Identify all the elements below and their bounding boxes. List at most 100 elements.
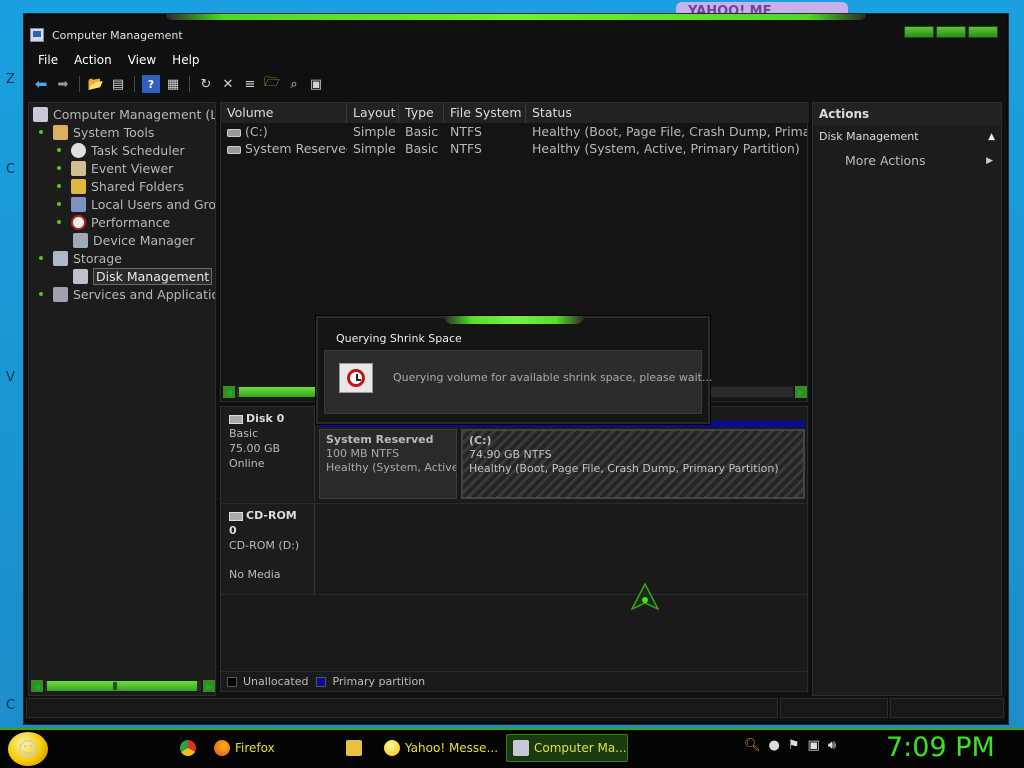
- tree-item-system-tools[interactable]: System Tools: [39, 123, 154, 141]
- maximize-button[interactable]: [936, 26, 966, 38]
- tree-item-shared-folders[interactable]: Shared Folders: [57, 177, 184, 195]
- volume-icon[interactable]: 🔊︎: [828, 738, 836, 753]
- forward-icon[interactable]: ➡: [54, 75, 72, 93]
- taskbar-chrome[interactable]: [176, 734, 200, 762]
- expand-dot-icon[interactable]: [57, 220, 61, 224]
- delete-icon[interactable]: ✕: [219, 75, 237, 93]
- toolbar: ⬅ ➡ 📂 ▤ ? ▦ ↻ ✕ ≡ 🗁 ⌕ ▣: [26, 72, 1006, 96]
- start-button[interactable]: ☺: [8, 732, 48, 766]
- minimize-button[interactable]: [904, 26, 934, 38]
- tree-item-device-manager[interactable]: Device Manager: [73, 231, 195, 249]
- tree-label: Services and Applications: [73, 286, 215, 302]
- tree-label: Performance: [91, 214, 171, 230]
- search-icon[interactable]: 🔍︎: [744, 738, 761, 753]
- tree-item-storage[interactable]: Storage: [39, 249, 122, 267]
- up-folder-icon[interactable]: 📂: [87, 75, 105, 93]
- expand-dot-icon[interactable]: [57, 148, 61, 152]
- status-icon[interactable]: ●: [769, 738, 780, 753]
- cdrom-label[interactable]: CD-ROM 0 CD-ROM (D:) No Media: [221, 504, 315, 594]
- scroll-thumb[interactable]: [47, 681, 197, 691]
- tree-horizontal-scrollbar[interactable]: ◀ ▶: [31, 679, 215, 693]
- refresh-icon[interactable]: ↻: [197, 75, 215, 93]
- expand-dot-icon[interactable]: [39, 256, 43, 260]
- tree-item-root[interactable]: Computer Management (Loc: [33, 105, 216, 123]
- dialog-body: Querying volume for available shrink spa…: [324, 350, 712, 414]
- expand-dot-icon[interactable]: [57, 166, 61, 170]
- scroll-right-icon[interactable]: ▶: [203, 680, 215, 692]
- toolbar-separator: [189, 76, 190, 92]
- taskbar-yahoo-messenger[interactable]: Yahoo! Messe...: [378, 734, 500, 762]
- column-file-system[interactable]: File System: [444, 103, 526, 123]
- search-icon[interactable]: ⌕: [285, 75, 303, 93]
- network-icon[interactable]: ▣: [808, 738, 820, 753]
- column-volume[interactable]: Volume: [221, 103, 347, 123]
- close-button[interactable]: [968, 26, 998, 38]
- title-bar[interactable]: Computer Management: [26, 22, 1006, 48]
- expand-dot-icon[interactable]: [57, 184, 61, 188]
- expand-dot-icon[interactable]: [39, 130, 43, 134]
- expand-dot-icon[interactable]: [57, 202, 61, 206]
- table-row[interactable]: (C:) Simple Basic NTFS Healthy (Boot, Pa…: [221, 124, 807, 141]
- cell-fs: NTFS: [450, 141, 482, 156]
- status-segment: [780, 698, 888, 718]
- tree-label: Shared Folders: [91, 178, 185, 194]
- tree-item-performance[interactable]: Performance: [57, 213, 170, 231]
- scroll-right-icon[interactable]: ▶: [795, 386, 807, 398]
- actions-section-disk-management[interactable]: Disk Management ▲: [813, 125, 1001, 149]
- smiley-icon: ☺: [17, 737, 39, 761]
- column-type[interactable]: Type: [399, 103, 444, 123]
- c-drive-partition[interactable]: (C:) 74.90 GB NTFS Healthy (Boot, Page F…: [461, 429, 805, 499]
- tree-label: Local Users and Grou: [91, 196, 216, 212]
- taskbar-clock[interactable]: 7:09 PM: [886, 732, 995, 763]
- collapse-caret-icon[interactable]: ▲: [988, 125, 995, 149]
- tree-label: Storage: [73, 250, 122, 266]
- column-status[interactable]: Status: [526, 103, 807, 123]
- legend-primary: Primary partition: [332, 675, 426, 688]
- tools-icon: [53, 124, 68, 140]
- tree-item-services[interactable]: Services and Applications: [39, 285, 215, 303]
- cdrom-media: No Media: [229, 568, 281, 581]
- status-segment: [26, 698, 778, 718]
- chrome-icon: [180, 740, 196, 756]
- taskbar-explorer[interactable]: [340, 734, 368, 762]
- menu-view[interactable]: View: [122, 53, 162, 67]
- disk0-label[interactable]: Disk 0 Basic 75.00 GB Online: [221, 407, 315, 501]
- menu-help[interactable]: Help: [166, 53, 205, 67]
- more-actions-item[interactable]: More Actions ▶: [813, 149, 1001, 173]
- cell-fs: NTFS: [450, 124, 482, 139]
- back-icon[interactable]: ⬅: [32, 75, 50, 93]
- system-reserved-partition[interactable]: System Reserved 100 MB NTFS Healthy (Sys…: [319, 429, 457, 499]
- tree-item-task-scheduler[interactable]: Task Scheduler: [57, 141, 185, 159]
- help-icon[interactable]: ?: [142, 75, 160, 93]
- scroll-track[interactable]: [45, 681, 201, 691]
- disk0-type: Basic: [229, 427, 259, 440]
- disk0-size: 75.00 GB: [229, 442, 281, 455]
- scroll-thumb[interactable]: [239, 387, 325, 397]
- menu-action[interactable]: Action: [68, 53, 118, 67]
- clock-icon: [71, 142, 86, 158]
- open-folder-icon[interactable]: 🗁: [263, 75, 281, 93]
- scroll-left-icon[interactable]: ◀: [31, 680, 43, 692]
- table-row[interactable]: System Reserved Simple Basic NTFS Health…: [221, 141, 807, 158]
- menu-file[interactable]: File: [32, 53, 64, 67]
- show-hide-tree-icon[interactable]: ▤: [109, 75, 127, 93]
- tree-item-local-users[interactable]: Local Users and Grou: [57, 195, 216, 213]
- taskbar-firefox[interactable]: Firefox: [208, 734, 328, 762]
- security-flag-icon[interactable]: ⚑: [788, 738, 800, 753]
- tree-label: Computer Management (Loc: [53, 106, 216, 122]
- disk-management-icon: [73, 268, 88, 284]
- cdrom-row: CD-ROM 0 CD-ROM (D:) No Media: [221, 503, 807, 595]
- scroll-left-icon[interactable]: ◀: [223, 386, 235, 398]
- querying-shrink-dialog[interactable]: Querying Shrink Space Querying volume fo…: [316, 316, 712, 424]
- navigation-tree: Computer Management (Loc System Tools Ta…: [28, 102, 216, 696]
- expand-dot-icon[interactable]: [39, 292, 43, 296]
- tree-item-event-viewer[interactable]: Event Viewer: [57, 159, 173, 177]
- yahoo-smiley-icon: [384, 740, 400, 756]
- disk-settings-icon[interactable]: ▣: [307, 75, 325, 93]
- properties-icon[interactable]: ▦: [164, 75, 182, 93]
- taskbar-computer-management[interactable]: Computer Ma...: [506, 734, 628, 762]
- tree-item-disk-management[interactable]: Disk Management: [73, 267, 213, 285]
- rescan-icon[interactable]: ≡: [241, 75, 259, 93]
- toolbar-separator: [134, 76, 135, 92]
- column-layout[interactable]: Layout: [347, 103, 399, 123]
